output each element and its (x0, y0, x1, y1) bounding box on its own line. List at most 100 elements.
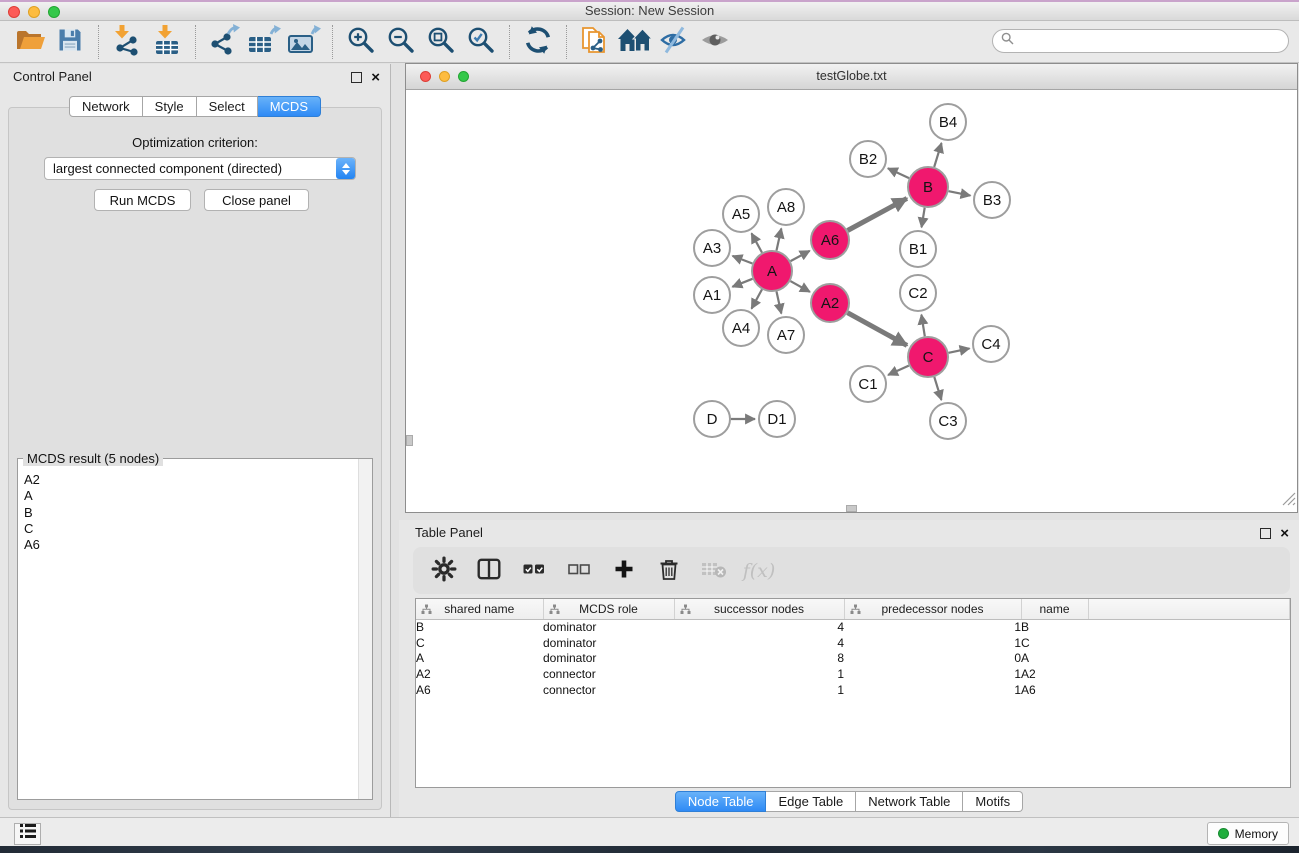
horizontal-scroll-thumb[interactable] (846, 505, 857, 512)
table-row[interactable]: Adominator80A (416, 651, 1290, 667)
mcds-result-item[interactable]: B (24, 505, 372, 521)
mcds-result-item[interactable]: A6 (24, 537, 372, 553)
task-history-button[interactable] (14, 823, 41, 845)
graph-node-C[interactable]: C (908, 337, 948, 377)
table-row[interactable]: Cdominator41C (416, 636, 1290, 652)
graph-edge-A-A5 (752, 233, 763, 252)
tab-network-table[interactable]: Network Table (856, 791, 963, 812)
save-button[interactable] (50, 22, 90, 62)
zoom-in-button[interactable] (341, 22, 381, 62)
graph-node-B3[interactable]: B3 (974, 182, 1010, 218)
columns-button[interactable] (474, 554, 504, 588)
open-file-button[interactable] (10, 22, 50, 62)
graph-node-B4[interactable]: B4 (930, 104, 966, 140)
refresh-icon (523, 25, 553, 58)
export-network-button[interactable] (204, 22, 244, 62)
cell-shared-name: A2 (416, 667, 543, 683)
zoom-window-button[interactable] (48, 6, 60, 18)
mcds-result-item[interactable]: A2 (24, 472, 372, 488)
tab-node-table[interactable]: Node Table (675, 791, 767, 812)
graph-edge-C-C2 (921, 315, 924, 337)
delete-button[interactable] (654, 554, 684, 588)
svg-text:A2: A2 (821, 295, 839, 312)
graph-node-D[interactable]: D (694, 401, 730, 437)
export-table-button[interactable] (244, 22, 284, 62)
close-panel-button[interactable]: Close panel (204, 189, 309, 211)
tab-network[interactable]: Network (69, 96, 143, 117)
vertical-scroll-thumb[interactable] (406, 435, 413, 446)
select-all-button[interactable] (519, 554, 549, 588)
tab-edge-table[interactable]: Edge Table (766, 791, 856, 812)
graph-node-C4[interactable]: C4 (973, 326, 1009, 362)
memory-button[interactable]: Memory (1207, 822, 1289, 845)
close-window-button[interactable] (8, 6, 20, 18)
gear-button[interactable] (429, 554, 459, 588)
tab-select[interactable]: Select (197, 96, 258, 117)
column-header-successor-nodes[interactable]: successor nodes (674, 599, 844, 620)
show-all-button[interactable] (695, 22, 735, 62)
mcds-result-item[interactable]: C (24, 521, 372, 537)
column-header-predecessor-nodes[interactable]: predecessor nodes (844, 599, 1021, 620)
network-zoom-button[interactable] (458, 71, 469, 82)
svg-text:A6: A6 (821, 232, 839, 249)
column-header-mcds-role[interactable]: MCDS role (543, 599, 674, 620)
zoom-selected-button[interactable] (461, 22, 501, 62)
graph-node-C1[interactable]: C1 (850, 366, 886, 402)
graph-node-A4[interactable]: A4 (723, 310, 759, 346)
column-header-name[interactable]: name (1021, 599, 1088, 620)
table-row[interactable]: A6connector11A6 (416, 683, 1290, 699)
export-image-button[interactable] (284, 22, 324, 62)
table-row[interactable]: Bdominator41B (416, 620, 1290, 636)
hide-selected-button[interactable] (655, 22, 695, 62)
network-close-button[interactable] (420, 71, 431, 82)
zoom-fit-button[interactable] (421, 22, 461, 62)
graph-node-B2[interactable]: B2 (850, 141, 886, 177)
column-header-shared-name[interactable]: shared name (416, 599, 543, 620)
deselect-all-button[interactable] (564, 554, 594, 588)
tab-motifs[interactable]: Motifs (963, 791, 1023, 812)
graph-node-A1[interactable]: A1 (694, 277, 730, 313)
graph-node-B1[interactable]: B1 (900, 231, 936, 267)
resize-grip-icon[interactable] (1282, 492, 1296, 511)
first-neighbors-button[interactable] (615, 22, 655, 62)
import-table-button[interactable] (147, 22, 187, 62)
graph-node-A7[interactable]: A7 (768, 317, 804, 353)
close-table-panel-icon[interactable]: × (1280, 526, 1289, 541)
mcds-result-item[interactable]: A (24, 488, 372, 504)
cell-successor-nodes: 1 (674, 683, 844, 699)
tab-style[interactable]: Style (143, 96, 197, 117)
table-panel-title: Table Panel (399, 520, 1299, 546)
import-network-button[interactable] (107, 22, 147, 62)
minimize-window-button[interactable] (28, 6, 40, 18)
zoom-out-button[interactable] (381, 22, 421, 62)
search-box[interactable] (992, 29, 1289, 53)
run-mcds-button[interactable]: Run MCDS (94, 189, 191, 211)
graph-node-A6[interactable]: A6 (811, 221, 849, 259)
graph-node-D1[interactable]: D1 (759, 401, 795, 437)
result-scrollbar[interactable] (358, 459, 372, 799)
add-button[interactable] (609, 554, 639, 588)
svg-text:B1: B1 (909, 241, 927, 258)
table-row[interactable]: A2connector11A2 (416, 667, 1290, 683)
graph-edge-A-A1 (732, 279, 752, 287)
graph-node-A[interactable]: A (752, 251, 792, 291)
network-file-button[interactable] (575, 22, 615, 62)
float-panel-icon[interactable] (351, 72, 362, 83)
svg-text:C1: C1 (858, 376, 877, 393)
refresh-button[interactable] (518, 22, 558, 62)
graph-node-A5[interactable]: A5 (723, 196, 759, 232)
column-label: shared name (444, 602, 514, 616)
graph-node-A8[interactable]: A8 (768, 189, 804, 225)
float-table-panel-icon[interactable] (1260, 528, 1271, 539)
tab-mcds[interactable]: MCDS (258, 96, 321, 117)
close-panel-icon[interactable]: × (371, 70, 380, 85)
optimization-criterion-select[interactable]: largest connected component (directed) (44, 157, 356, 180)
graph-node-C3[interactable]: C3 (930, 403, 966, 439)
graph-node-C2[interactable]: C2 (900, 275, 936, 311)
search-input[interactable] (1019, 33, 1280, 50)
network-minimize-button[interactable] (439, 71, 450, 82)
graph-node-B[interactable]: B (908, 167, 948, 207)
graph-node-A3[interactable]: A3 (694, 230, 730, 266)
graph-node-A2[interactable]: A2 (811, 284, 849, 322)
network-canvas[interactable]: B4 B2 B B3 A8 A5 A6 A3 B1 A C2 A1 A2 (406, 90, 1297, 512)
